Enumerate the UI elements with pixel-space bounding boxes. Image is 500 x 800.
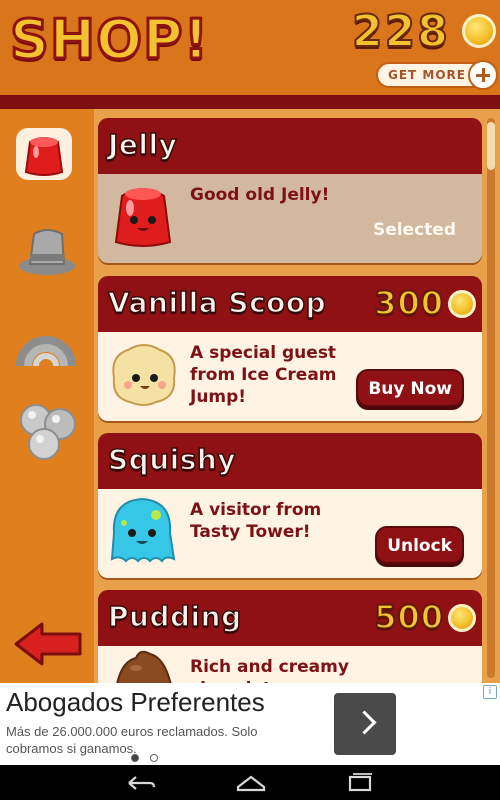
- nav-recent-apps-icon[interactable]: [345, 773, 375, 793]
- ad-open-button[interactable]: [334, 693, 396, 755]
- item-body: Rich and creamy chocolate pudding!: [98, 646, 482, 683]
- sidebar-category-jelly[interactable]: [16, 128, 72, 180]
- item-description: A visitor from Tasty Tower!: [190, 500, 322, 542]
- item-name: Jelly: [107, 127, 178, 162]
- ad-pager: [131, 747, 164, 766]
- sidebar-category-balls[interactable]: [16, 400, 78, 462]
- item-description: Good old Jelly!: [190, 185, 330, 205]
- shop-item-jelly[interactable]: Jelly Good old Jelly! Selected: [98, 118, 482, 263]
- buy-now-button[interactable]: Buy Now: [356, 369, 464, 407]
- ad-page-dot: [150, 754, 159, 762]
- jelly-character-icon: [114, 188, 172, 247]
- item-price: 300: [373, 283, 444, 323]
- get-more-button[interactable]: GET MORE: [376, 60, 498, 90]
- ad-banner[interactable]: Abogados Preferentes Más de 26.000.000 e…: [0, 683, 500, 765]
- item-header: Jelly: [98, 118, 482, 174]
- vanilla-scoop-icon: [112, 344, 176, 406]
- ad-title[interactable]: Abogados Preferentes: [6, 687, 265, 718]
- item-header: Squishy: [98, 433, 482, 489]
- nav-home-icon[interactable]: [235, 773, 267, 793]
- coin-balance: 228: [351, 5, 450, 58]
- get-more-label: GET MORE: [388, 68, 466, 82]
- item-description: A special guest from Ice Cream Jump!: [190, 343, 337, 407]
- back-arrow-button[interactable]: [12, 620, 84, 668]
- item-list-scrollbar[interactable]: [487, 118, 495, 678]
- jelly-icon: [16, 128, 72, 180]
- back-arrow-icon: [14, 622, 82, 666]
- coin-icon: [448, 604, 476, 632]
- header-divider: [0, 95, 500, 109]
- item-body: A visitor from Tasty Tower! Unlock: [98, 489, 482, 578]
- balls-icon: [20, 404, 76, 460]
- item-header: Pudding 500: [98, 590, 482, 646]
- shop-screen: SHOP! 228 GET MORE Jelly Good old Jelly!…: [0, 0, 500, 683]
- category-sidebar: [0, 109, 94, 683]
- nav-back-icon[interactable]: [126, 773, 156, 793]
- coin-icon: [448, 290, 476, 318]
- rainbow-icon: [16, 336, 76, 367]
- shop-header: SHOP! 228 GET MORE: [0, 0, 500, 95]
- item-body: Good old Jelly! Selected: [98, 174, 482, 263]
- ad-page-dot: [131, 754, 139, 762]
- plus-icon: [468, 60, 498, 90]
- item-description: Rich and creamy chocolate pudding!: [190, 657, 349, 683]
- shop-item-vanilla-scoop[interactable]: Vanilla Scoop 300 A special guest from I…: [98, 276, 482, 421]
- coin-icon: [462, 14, 496, 48]
- hat-icon: [19, 229, 75, 275]
- scrollbar-thumb[interactable]: [487, 122, 495, 170]
- item-price: 500: [373, 597, 444, 637]
- unlock-button[interactable]: Unlock: [375, 526, 464, 564]
- item-header: Vanilla Scoop 300: [98, 276, 482, 332]
- squishy-character-icon: [110, 497, 176, 563]
- item-name: Squishy: [107, 442, 237, 477]
- sidebar-category-rainbow[interactable]: [16, 312, 76, 368]
- system-nav-bar: [0, 765, 500, 800]
- item-name: Pudding: [107, 599, 242, 634]
- item-body: A special guest from Ice Cream Jump! Buy…: [98, 332, 482, 421]
- pudding-character-icon: [116, 650, 172, 683]
- shop-item-pudding[interactable]: Pudding 500 Rich and creamy chocolate pu…: [98, 590, 482, 683]
- sidebar-category-hat[interactable]: [16, 222, 78, 278]
- item-name: Vanilla Scoop: [107, 285, 327, 320]
- item-status: Selected: [372, 220, 456, 240]
- shop-title: SHOP!: [8, 7, 210, 73]
- ad-info-icon[interactable]: i: [483, 685, 497, 699]
- shop-item-squishy[interactable]: Squishy A visitor from Tasty Tower! Unlo…: [98, 433, 482, 578]
